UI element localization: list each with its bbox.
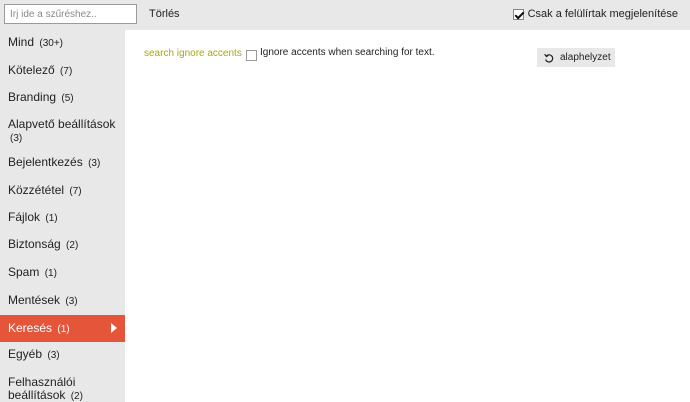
sidebar-item-bejelentkezes[interactable]: Bejelentkezés (3)	[0, 156, 125, 170]
sidebar-item-count: (3)	[88, 158, 101, 169]
sidebar-item-count: (3)	[65, 296, 78, 307]
sidebar-item-mind[interactable]: Mind (30+)	[0, 36, 125, 50]
sidebar-item-label: Mind	[8, 35, 35, 49]
sidebar-item-count: (1)	[45, 213, 58, 224]
arrow-right-icon	[111, 323, 117, 333]
sidebar-item-label: Biztonság	[8, 237, 61, 251]
sidebar-item-count: (5)	[61, 93, 74, 104]
sidebar-item-egyeb[interactable]: Egyéb (3)	[0, 348, 125, 362]
category-sidebar: Mind (30+) Kötelező (7) Branding (5) Ala…	[0, 30, 125, 402]
setting-name: search ignore accents	[144, 48, 242, 59]
reset-button[interactable]: alaphelyzet	[537, 48, 615, 67]
toolbar: Törlés Csak a felülírtak megjelenítése	[0, 0, 690, 30]
sidebar-item-felhasznaloi-beallitasok[interactable]: Felhasználói beállítások (2)	[0, 376, 125, 402]
sidebar-item-label: Kötelező	[8, 63, 55, 77]
sidebar-item-spam[interactable]: Spam (1)	[0, 266, 125, 280]
sidebar-item-label: Egyéb	[8, 347, 43, 361]
sidebar-item-label: Spam	[8, 265, 40, 279]
sidebar-item-alapveto-beallitasok[interactable]: Alapvető beállítások (3)	[0, 118, 125, 145]
undo-icon	[544, 53, 554, 63]
sidebar-item-biztonsag[interactable]: Biztonság (2)	[0, 238, 125, 252]
sidebar-item-count: (3)	[47, 350, 60, 361]
show-overridden-toggle[interactable]: Csak a felülírtak megjelenítése	[512, 8, 678, 20]
show-overridden-label: Csak a felülírtak megjelenítése	[527, 8, 678, 20]
sidebar-item-label: Felhasználói beállítások	[8, 375, 76, 402]
sidebar-item-kotelezo[interactable]: Kötelező (7)	[0, 64, 125, 78]
clear-filter-link[interactable]: Törlés	[149, 8, 180, 20]
sidebar-item-count: (1)	[44, 268, 57, 279]
sidebar-item-text: Keresés (1)	[8, 322, 70, 336]
reset-button-label: alaphelyzet	[560, 52, 611, 63]
sidebar-item-count: (2)	[70, 391, 83, 402]
sidebar-item-count: (2)	[66, 240, 79, 251]
sidebar-item-kereses[interactable]: Keresés (1)	[0, 315, 125, 342]
sidebar-item-branding[interactable]: Branding (5)	[0, 91, 125, 105]
sidebar-item-count: (30+)	[39, 38, 63, 49]
sidebar-item-label: Mentések	[8, 293, 61, 307]
sidebar-item-count: (7)	[60, 66, 73, 77]
sidebar-item-label: Keresés	[8, 321, 53, 335]
sidebar-item-label: Közzététel	[8, 183, 65, 197]
setting-description: Ignore accents when searching for text.	[260, 47, 435, 58]
show-overridden-checkbox[interactable]	[512, 8, 524, 20]
sidebar-item-count: (7)	[69, 186, 82, 197]
sidebar-item-label: Fájlok	[8, 210, 41, 224]
sidebar-item-label: Alapvető beállítások	[8, 117, 116, 131]
sidebar-item-label: Branding	[8, 90, 57, 104]
sidebar-item-fajlok[interactable]: Fájlok (1)	[0, 211, 125, 225]
sidebar-item-label: Bejelentkezés	[8, 155, 83, 169]
sidebar-item-mentesek[interactable]: Mentések (3)	[0, 294, 125, 308]
sidebar-item-count: (3)	[10, 133, 23, 144]
sidebar-item-kozzetetel[interactable]: Közzététel (7)	[0, 184, 125, 198]
filter-input[interactable]	[4, 4, 137, 24]
setting-checkbox[interactable]	[246, 50, 257, 61]
sidebar-item-count: (1)	[57, 324, 70, 335]
